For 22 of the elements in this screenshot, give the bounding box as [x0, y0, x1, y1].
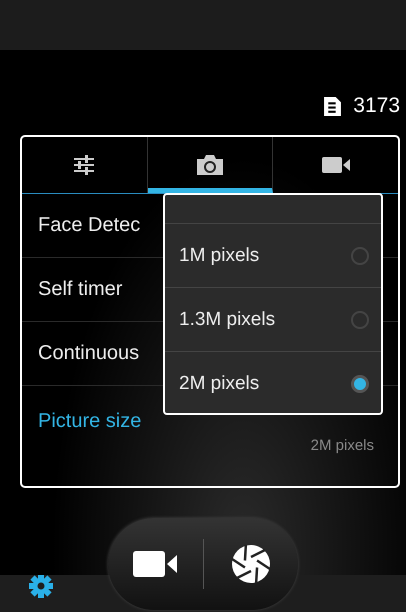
option-label: 1.3M pixels: [179, 308, 276, 330]
setting-label[interactable]: Self timer: [38, 278, 122, 301]
sliders-icon: [72, 155, 96, 175]
camera-icon: [197, 155, 223, 175]
aperture-icon: [230, 544, 271, 584]
radio-button[interactable]: [351, 246, 369, 264]
setting-label[interactable]: Picture size: [38, 410, 142, 432]
radio-button[interactable]: [351, 374, 369, 392]
setting-value: 2M pixels: [310, 437, 374, 454]
sd-card-icon: [324, 96, 342, 116]
option-item[interactable]: 2M pixels: [165, 352, 381, 415]
radio-button[interactable]: [351, 310, 369, 328]
video-camera-icon: [322, 157, 350, 173]
settings-icon[interactable]: [29, 574, 53, 598]
setting-label[interactable]: Continuous: [38, 342, 140, 365]
option-item[interactable]: 1M pixels: [165, 224, 381, 288]
setting-label[interactable]: Face Detec: [38, 214, 140, 237]
video-camera-icon: [133, 551, 178, 577]
option-label: 1M pixels: [179, 244, 260, 266]
option-item[interactable]: 1.3M pixels: [165, 288, 381, 352]
option-label: 2M pixels: [179, 372, 260, 394]
remaining-count: 3173: [353, 94, 400, 118]
